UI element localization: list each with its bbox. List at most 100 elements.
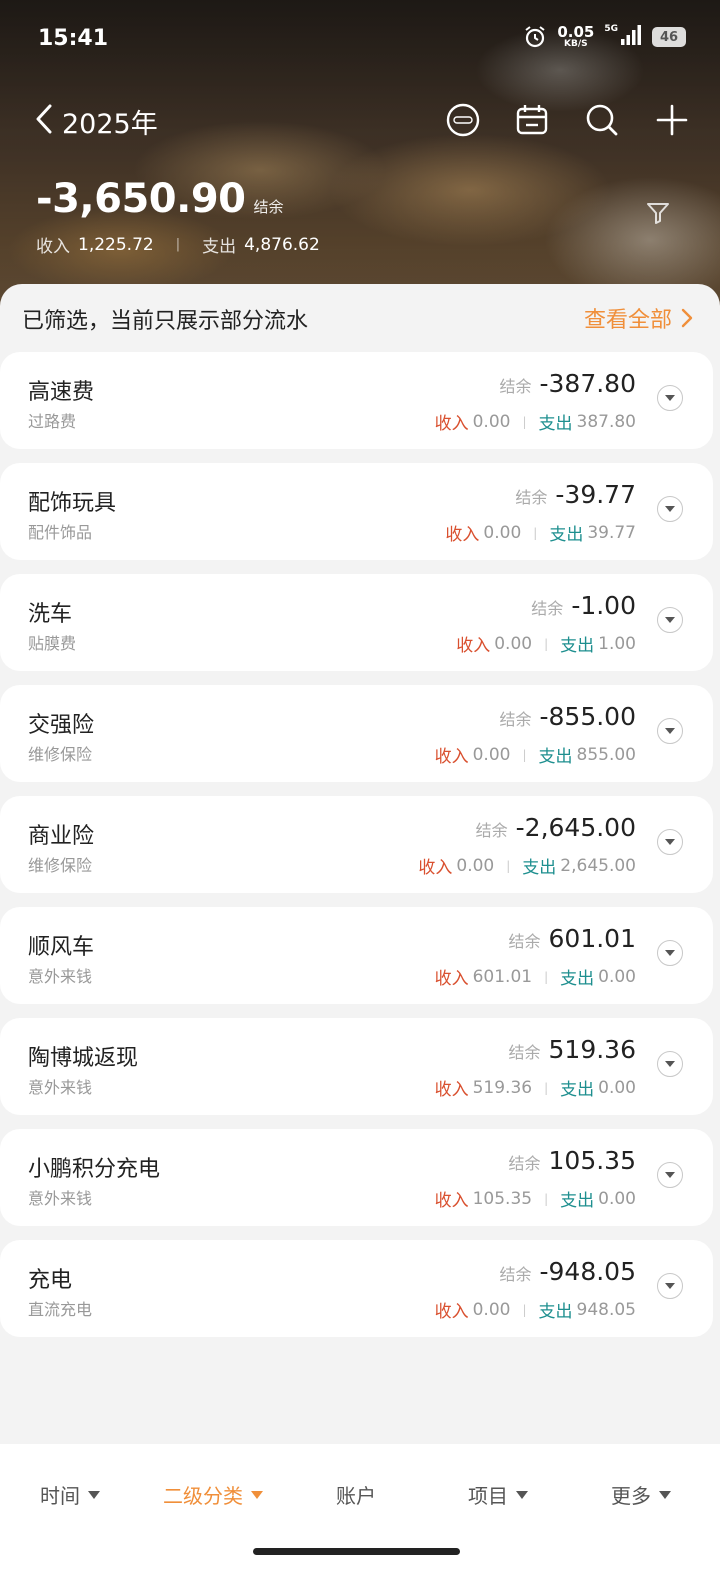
tab-account[interactable]: 账户 <box>336 1480 376 1509</box>
category-card[interactable]: 陶博城返现 意外来钱 结余 519.36 收入 519.36 | 支出 0.00 <box>0 1018 713 1115</box>
calendar-icon[interactable] <box>512 100 552 140</box>
category-card[interactable]: 交强险 维修保险 结余 -855.00 收入 0.00 | 支出 855.00 <box>0 685 713 782</box>
category-card[interactable]: 顺风车 意外来钱 结余 601.01 收入 601.01 | 支出 0.00 <box>0 907 713 1004</box>
balance-label: 结余 <box>508 932 541 951</box>
income-label: 收入 <box>445 525 480 545</box>
expand-icon[interactable] <box>657 607 683 633</box>
filter-icon[interactable] <box>645 200 671 226</box>
expand-icon[interactable] <box>657 829 683 855</box>
category-card[interactable]: 商业险 维修保险 结余 -2,645.00 收入 0.00 | 支出 2,645.00 <box>0 796 713 893</box>
income-label: 收入 <box>434 747 469 767</box>
expand-icon[interactable] <box>657 385 683 411</box>
income-value: 0.00 <box>456 855 495 876</box>
filter-notice: 已筛选，当前只展示部分流水 <box>22 309 309 334</box>
category-subtitle: 贴膜费 <box>28 634 77 653</box>
income-label: 收入 <box>434 1080 469 1100</box>
expand-icon[interactable] <box>657 718 683 744</box>
category-balance: 结余 -855.00 <box>499 702 636 731</box>
total-balance-value: -3,650.90 <box>36 176 246 222</box>
category-balance: 结余 -2,645.00 <box>476 813 636 842</box>
expand-icon[interactable] <box>657 940 683 966</box>
expense-label: 支出 <box>538 747 573 767</box>
income-expense-row: 收入 0.00 | 支出 39.77 <box>445 520 636 546</box>
income-value: 0.00 <box>483 522 522 543</box>
balance-value: -39.77 <box>555 480 636 509</box>
divider: | <box>533 525 538 540</box>
theme-icon[interactable] <box>443 100 483 140</box>
balance-value: 519.36 <box>548 1035 636 1064</box>
balance-label: 结余 <box>531 599 564 618</box>
tab-more[interactable]: 更多 <box>611 1480 671 1509</box>
back-icon[interactable] <box>32 102 56 136</box>
category-card[interactable]: 洗车 贴膜费 结余 -1.00 收入 0.00 | 支出 1.00 <box>0 574 713 671</box>
category-balance: 结余 -39.77 <box>515 480 636 509</box>
category-title: 高速费 <box>28 380 95 405</box>
category-subtitle: 维修保险 <box>28 745 93 764</box>
expense-label: 支出 <box>522 858 557 878</box>
tab-project[interactable]: 项目 <box>468 1480 528 1509</box>
tab-project-label: 项目 <box>468 1484 508 1508</box>
divider: | <box>544 969 549 984</box>
balance-label: 结余 <box>499 710 532 729</box>
category-subtitle: 直流充电 <box>28 1300 93 1319</box>
expense-label: 支出 <box>538 1302 573 1322</box>
income-expense-row: 收入 0.00 | 支出 387.80 <box>435 409 636 435</box>
income-value: 1,225.72 <box>78 234 154 255</box>
balance-label: 结余 <box>515 488 548 507</box>
signal-icon <box>620 24 642 50</box>
category-title: 商业险 <box>28 824 95 849</box>
category-subtitle: 意外来钱 <box>28 967 93 986</box>
category-balance: 结余 519.36 <box>509 1035 637 1064</box>
view-all-link[interactable]: 查看全部 <box>584 302 694 334</box>
balance-value: -948.05 <box>539 1257 637 1286</box>
filter-notice-bar: 已筛选，当前只展示部分流水 查看全部 <box>0 284 720 356</box>
expand-icon[interactable] <box>657 1162 683 1188</box>
balance-label: 结余 <box>508 1043 541 1062</box>
category-card[interactable]: 充电 直流充电 结余 -948.05 收入 0.00 | 支出 948.05 <box>0 1240 713 1337</box>
caret-down-icon <box>251 1490 263 1499</box>
income-expense-row: 收入 0.00 | 支出 855.00 <box>434 742 636 768</box>
income-expense-row: 收入 0.00 | 支出 948.05 <box>435 1297 636 1323</box>
balance-value: 601.01 <box>548 924 636 953</box>
caret-down-icon <box>516 1490 528 1499</box>
alarm-icon <box>523 25 547 49</box>
category-title: 配饰玩具 <box>28 491 117 516</box>
summary-divider: | <box>175 237 181 252</box>
tab-subcategory[interactable]: 二级分类 <box>163 1480 263 1509</box>
total-balance: -3,650.90 结余 <box>36 176 284 222</box>
expense-label: 支出 <box>560 1080 595 1100</box>
category-card[interactable]: 配饰玩具 配件饰品 结余 -39.77 收入 0.00 | 支出 39.77 <box>0 463 713 560</box>
nav-row: 2025年 <box>0 92 720 148</box>
income-label: 收入 <box>36 237 70 257</box>
category-title: 小鹏积分充电 <box>28 1157 161 1182</box>
page-title[interactable]: 2025年 <box>62 102 158 141</box>
tab-time[interactable]: 时间 <box>40 1480 100 1509</box>
caret-down-icon <box>659 1490 671 1499</box>
category-card[interactable]: 小鹏积分充电 意外来钱 结余 105.35 收入 105.35 | 支出 0.00 <box>0 1129 713 1226</box>
chevron-right-icon <box>681 308 693 328</box>
expand-icon[interactable] <box>657 1051 683 1077</box>
income-value: 0.00 <box>472 1299 511 1320</box>
category-card[interactable]: 高速费过路费 结余 -387.80 收入 0.00 | 支出 387.80 <box>0 352 713 449</box>
income-expense-row: 收入 0.00 | 支出 1.00 <box>456 631 636 657</box>
network-type: 5G <box>604 24 618 34</box>
expense-label: 支出 <box>202 237 237 257</box>
income-label: 收入 <box>456 636 491 656</box>
income-label: 收入 <box>434 969 469 989</box>
expense-value: 948.05 <box>576 1299 636 1320</box>
add-icon[interactable] <box>652 100 692 140</box>
expense-value: 0.00 <box>598 966 636 987</box>
category-balance: 结余 -387.80 <box>499 369 636 398</box>
expense-value: 39.77 <box>587 522 636 543</box>
home-indicator[interactable] <box>253 1548 460 1555</box>
search-icon[interactable] <box>582 100 622 140</box>
category-subtitle: 过路费 <box>28 412 77 431</box>
balance-label: 结余 <box>508 1154 541 1173</box>
category-subtitle: 意外来钱 <box>28 1078 93 1097</box>
expand-icon[interactable] <box>657 1273 683 1299</box>
balance-value: -387.80 <box>539 369 637 398</box>
expand-icon[interactable] <box>657 496 683 522</box>
balance-value: -1.00 <box>571 591 636 620</box>
divider: | <box>506 858 511 873</box>
income-value: 0.00 <box>472 411 511 432</box>
